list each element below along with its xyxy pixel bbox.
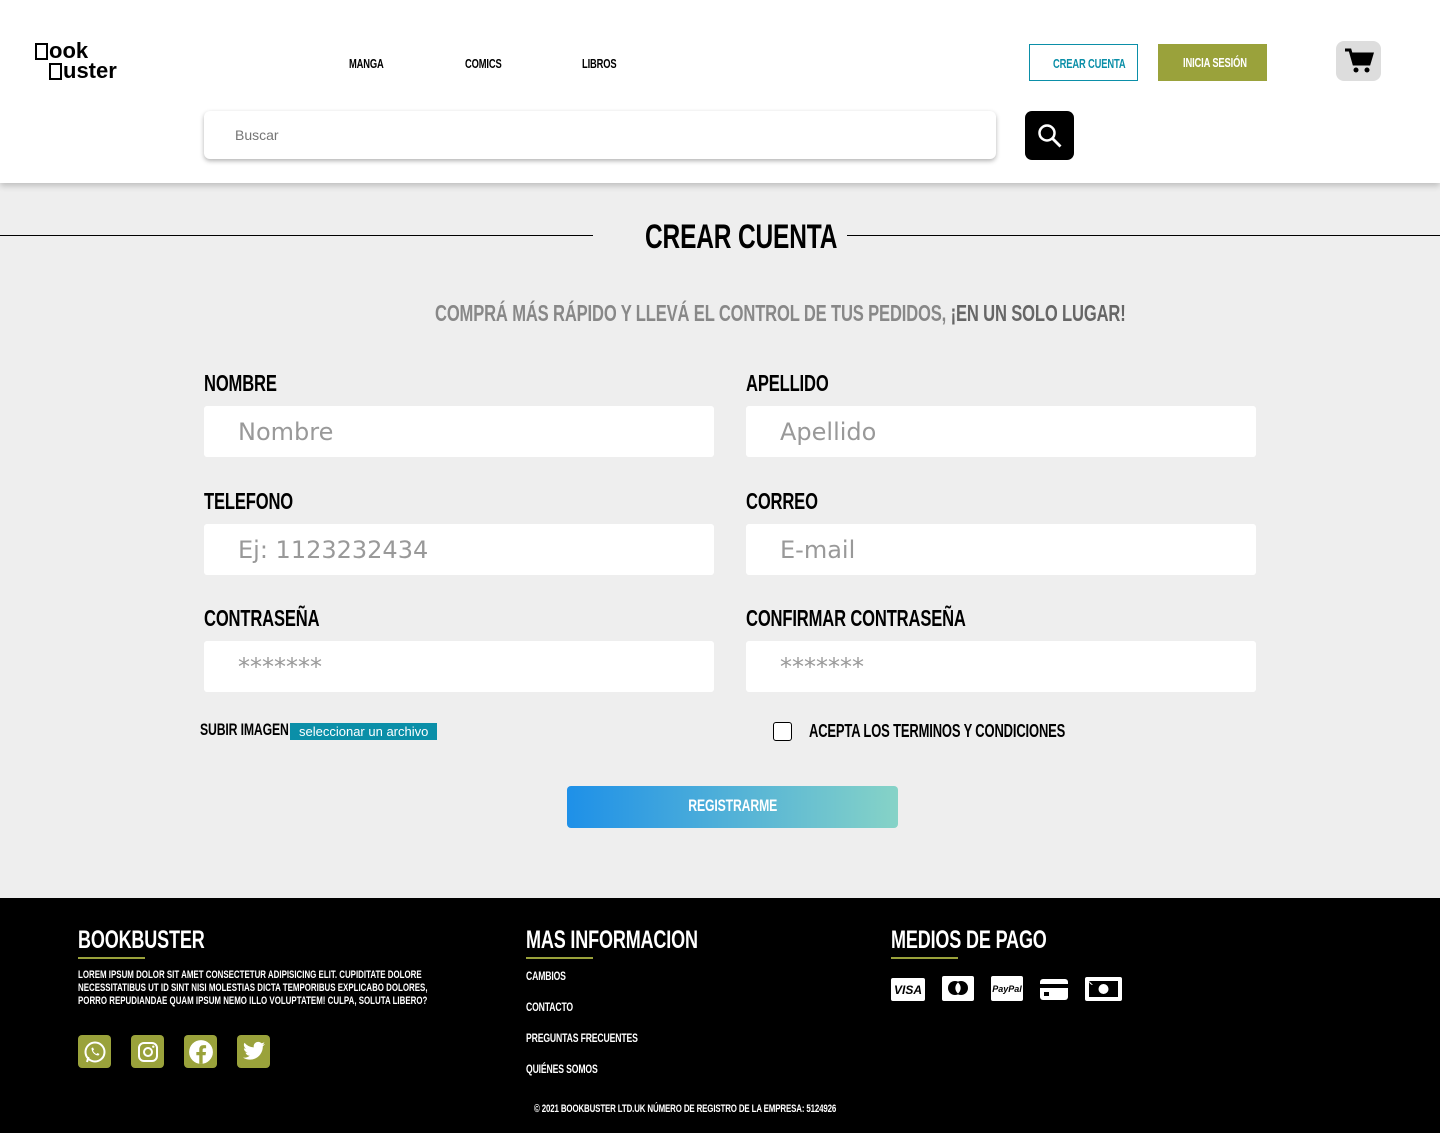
mastercard-icon [942,976,974,1001]
crear-cuenta-label: CREAR CUENTA [1053,56,1126,71]
instagram-button[interactable] [131,1035,164,1068]
correo-label: CORREO [746,488,818,514]
visa-text: VISA [893,982,922,997]
copyright: © 2021 BOOKBUSTER LTD.UK NÚMERO DE REGIS… [534,1103,837,1115]
register-button[interactable]: REGISTRARME [567,786,898,828]
footer-info-title: MAS INFORMACION [526,926,698,954]
confirmar-contrasena-input[interactable] [746,641,1256,692]
divider [0,235,593,236]
divider [847,235,1440,236]
twitter-icon [242,1041,265,1060]
logo[interactable]: ook uster [35,40,117,83]
search-button[interactable] [1025,111,1074,160]
facebook-button[interactable] [184,1035,217,1068]
nombre-label: NOMBRE [204,370,277,396]
footer-brand: BOOKBUSTER [78,926,205,954]
card-icon [1040,979,1068,1000]
footer: BOOKBUSTER LOREM IPSUM DOLOR SIT AMET CO… [0,898,1440,1133]
cart-icon [1344,48,1374,73]
terms-checkbox[interactable] [773,722,792,741]
telefono-label: TELEFONO [204,488,294,514]
search-input[interactable] [204,111,996,159]
footer-about: LOREM IPSUM DOLOR SIT AMET CONSECTETUR A… [78,969,428,1007]
terms-label[interactable]: ACEPTA LOS TERMINOS Y CONDICIONES [809,721,1065,742]
instagram-icon [137,1041,158,1062]
nombre-input[interactable] [204,406,714,457]
subtitle-text: COMPRÁ MÁS RÁPIDO Y LLEVÁ EL CONTROL DE … [435,300,951,326]
header: ook uster MANGA COMICS LIBROS CREAR CUEN… [0,0,1440,183]
confirmar-contrasena-label: CONFIRMAR CONTRASEÑA [746,605,966,631]
paypal-text: PayPal [992,983,1022,994]
underline [891,957,958,959]
logo-text: uster [63,58,117,83]
search-icon [1037,123,1061,147]
cash-icon [1085,977,1122,1001]
subtitle: COMPRÁ MÁS RÁPIDO Y LLEVÁ EL CONTROL DE … [435,300,1126,327]
link-cambios[interactable]: CAMBIOS [526,969,566,983]
nav-comics[interactable]: COMICS [465,56,502,71]
underline [78,957,145,959]
whatsapp-button[interactable] [78,1035,111,1068]
apellido-input[interactable] [746,406,1256,457]
whatsapp-icon [84,1041,105,1062]
cart-button[interactable] [1336,41,1381,81]
nav-manga[interactable]: MANGA [349,56,384,71]
file-select-button[interactable]: seleccionar un archivo [290,723,438,740]
crear-cuenta-button[interactable]: CREAR CUENTA [1029,44,1138,81]
subtitle-bold: ¡EN UN SOLO LUGAR! [950,300,1126,326]
telefono-input[interactable] [204,524,714,575]
correo-input[interactable] [746,524,1256,575]
page-title: CREAR CUENTA [645,218,838,256]
register-label: REGISTRARME [688,796,777,815]
facebook-icon [188,1039,213,1064]
inicia-sesion-button[interactable]: INICIA SESIÓN [1158,44,1267,81]
nav-libros[interactable]: LIBROS [582,56,617,71]
link-preguntas-frecuentes[interactable]: PREGUNTAS FRECUENTES [526,1031,638,1045]
contrasena-label: CONTRASEÑA [204,605,320,631]
visa-icon: VISA [891,978,925,1001]
link-quienes-somos[interactable]: QUIÉNES SOMOS [526,1062,598,1076]
inicia-sesion-label: INICIA SESIÓN [1183,55,1247,70]
footer-pay-title: MEDIOS DE PAGO [891,926,1047,954]
upload-label: SUBIR IMAGEN [200,720,289,739]
contrasena-input[interactable] [204,641,714,692]
apellido-label: APELLIDO [746,370,829,396]
underline [526,957,593,959]
twitter-button[interactable] [237,1035,270,1068]
paypal-icon: PayPal [991,976,1023,1001]
link-contacto[interactable]: CONTACTO [526,1000,573,1014]
